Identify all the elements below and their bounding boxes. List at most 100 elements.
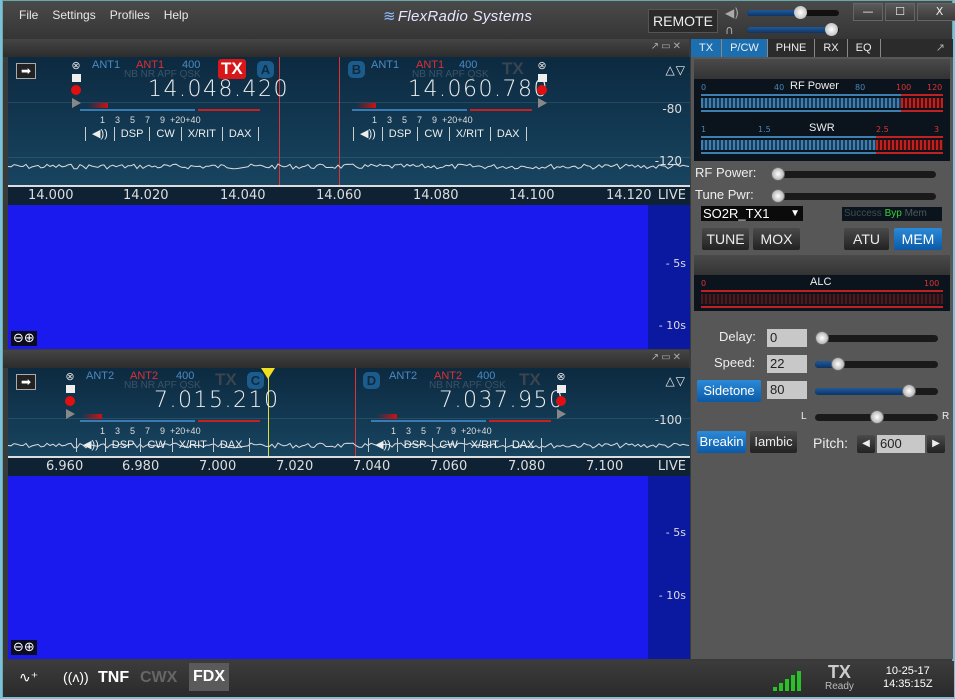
slice-close-icon[interactable]: ⊗ — [536, 59, 548, 72]
xrit-button[interactable]: X/RIT — [448, 127, 490, 141]
tune-power-knob[interactable] — [771, 189, 785, 203]
slice-frequency[interactable]: 14.048.420 — [148, 77, 289, 102]
minimize-button[interactable]: — — [853, 3, 883, 21]
antenna-icon[interactable]: ((ᴧ)) — [63, 669, 89, 685]
cw-button[interactable]: CW — [432, 438, 463, 452]
audio-button[interactable]: ◀)) — [76, 438, 105, 452]
cw-button[interactable]: CW — [149, 127, 180, 141]
slice-frequency[interactable]: 7.015.210 — [154, 388, 279, 413]
slice-record-icon[interactable] — [556, 396, 566, 406]
tab-pcw[interactable]: P/CW — [722, 39, 768, 57]
popout-icon[interactable]: ↗ — [928, 39, 953, 57]
dax-button[interactable]: DAX — [221, 127, 259, 141]
tab-phne[interactable]: PHNE — [768, 39, 816, 57]
tnf-button[interactable]: TNF — [98, 669, 129, 687]
panadapter1-spectrum[interactable]: -80 -120 △▽ ➡ ⊗ ANT1 ANT1 400 NB NR APF … — [8, 57, 690, 185]
slice-lock-icon[interactable] — [71, 74, 81, 82]
sidetone-input[interactable]: 80 — [767, 381, 807, 399]
delay-input[interactable]: 0 — [767, 329, 807, 347]
headphone-icon[interactable]: ∩ — [725, 23, 743, 37]
slice-c[interactable]: ⊗ ANT2 ANT2 400 NB NR APF QSK TX C 7.015… — [64, 370, 278, 454]
slice-d[interactable]: D ANT2 ANT2 400 NB NR APF QSK TX 7.037.9… — [359, 370, 567, 454]
slice-lock-icon[interactable] — [537, 74, 547, 82]
slice-close-icon[interactable]: ⊗ — [64, 370, 76, 383]
panadapter1-waterfall[interactable]: - 5s - 10s ⊖⊕ — [8, 205, 690, 349]
dsp-button[interactable]: DSP — [381, 127, 418, 141]
zoom-in-icon[interactable]: ⊕ — [24, 331, 35, 346]
delay-knob[interactable] — [815, 331, 829, 345]
mem-button[interactable]: MEM — [894, 228, 942, 250]
remote-button[interactable]: REMOTE — [648, 9, 718, 33]
atu-button[interactable]: ATU — [844, 228, 889, 250]
delay-slider[interactable] — [815, 331, 938, 345]
mox-button[interactable]: MOX — [753, 228, 800, 250]
rx-antenna[interactable]: ANT1 — [92, 59, 120, 71]
slice-letter[interactable]: B — [348, 61, 365, 78]
zoom-in-icon[interactable]: ⊕ — [24, 640, 35, 655]
slice-frequency[interactable]: 7.037.950 — [439, 388, 564, 413]
slice-play-icon[interactable] — [537, 98, 547, 108]
speaker-icon[interactable]: ◀) — [725, 6, 743, 20]
tx-badge[interactable]: TX — [212, 370, 240, 390]
add-panadapter-icon[interactable]: ∿⁺ — [19, 669, 38, 686]
tx-badge[interactable]: TX — [218, 59, 246, 79]
iambic-button[interactable]: Iambic — [750, 431, 797, 453]
panadapter1-expand-arrow-icon[interactable]: ➡ — [16, 63, 36, 79]
rf-power-slider[interactable] — [771, 167, 936, 181]
tx-badge[interactable]: TX — [499, 59, 527, 79]
slice-a[interactable]: ⊗ ANT1 ANT1 400 NB NR APF QSK TX A 14.04… — [70, 59, 287, 153]
slice-letter[interactable]: C — [247, 372, 264, 389]
panadapter1-window-controls[interactable]: ↗▭✕ — [651, 41, 683, 52]
dax-button[interactable]: DAX — [489, 127, 527, 141]
zoom-out-icon[interactable]: ⊖ — [13, 331, 24, 346]
rx-antenna[interactable]: ANT2 — [86, 370, 114, 382]
panadapter2-waterfall[interactable]: - 5s - 10s ⊖⊕ — [8, 476, 690, 659]
pitch-increase-button[interactable]: ▶ — [927, 435, 945, 453]
slice-record-icon[interactable] — [71, 85, 81, 95]
slice-play-icon[interactable] — [556, 409, 566, 419]
slice-record-icon[interactable] — [65, 396, 75, 406]
xrit-button[interactable]: X/RIT — [180, 127, 222, 141]
tab-rx[interactable]: RX — [815, 39, 848, 57]
dax-button[interactable]: DAX — [212, 438, 250, 452]
audio-button[interactable]: ◀)) — [353, 127, 382, 141]
zoom-out-icon[interactable]: ⊖ — [13, 640, 24, 655]
slice-lock-icon[interactable] — [556, 385, 566, 393]
close-button[interactable]: X — [917, 3, 955, 21]
panadapter2-expand-arrow-icon[interactable]: ➡ — [16, 374, 36, 390]
headphone-volume-knob[interactable] — [825, 23, 838, 36]
menu-file[interactable]: File — [19, 8, 38, 22]
audio-button[interactable]: ◀)) — [85, 127, 114, 141]
speed-knob[interactable] — [831, 357, 846, 371]
xrit-button[interactable]: X/RIT — [171, 438, 213, 452]
speed-slider[interactable] — [815, 357, 938, 371]
slice-play-icon[interactable] — [71, 98, 81, 108]
db-scale-arrows[interactable]: △▽ — [666, 374, 686, 388]
dsp-button[interactable]: DSP — [113, 127, 150, 141]
pitch-input[interactable]: 600 — [877, 435, 925, 453]
slice-close-icon[interactable]: ⊗ — [70, 59, 82, 72]
panadapter1-frequency-axis[interactable]: 14.000 14.020 14.040 14.060 14.080 14.10… — [8, 185, 690, 205]
rx-antenna[interactable]: ANT2 — [389, 370, 417, 382]
breakin-button[interactable]: Breakin — [697, 431, 746, 453]
fdx-button[interactable]: FDX — [189, 663, 229, 691]
dsp-button[interactable]: DSP — [396, 438, 433, 452]
speaker-volume-slider[interactable] — [747, 6, 839, 19]
sidetone-button[interactable]: Sidetone — [697, 380, 761, 402]
sidetone-slider[interactable] — [815, 384, 938, 398]
slice-b[interactable]: B ANT1 ANT1 400 NB NR APF QSK TX 14.060.… — [344, 59, 549, 153]
slice-letter[interactable]: A — [257, 61, 274, 78]
audio-button[interactable]: ◀)) — [368, 438, 397, 452]
pan-knob[interactable] — [869, 410, 884, 424]
menu-settings[interactable]: Settings — [52, 8, 95, 22]
speed-input[interactable]: 22 — [767, 355, 807, 373]
tx-badge[interactable]: TX — [516, 370, 544, 390]
rx-antenna[interactable]: ANT1 — [371, 59, 399, 71]
headphone-volume-slider[interactable] — [747, 23, 839, 36]
cw-button[interactable]: CW — [140, 438, 171, 452]
tune-button[interactable]: TUNE — [702, 228, 749, 250]
slice-lock-icon[interactable] — [65, 385, 75, 393]
slice-letter[interactable]: D — [363, 372, 380, 389]
slice-close-icon[interactable]: ⊗ — [555, 370, 567, 383]
xrit-button[interactable]: X/RIT — [463, 438, 505, 452]
